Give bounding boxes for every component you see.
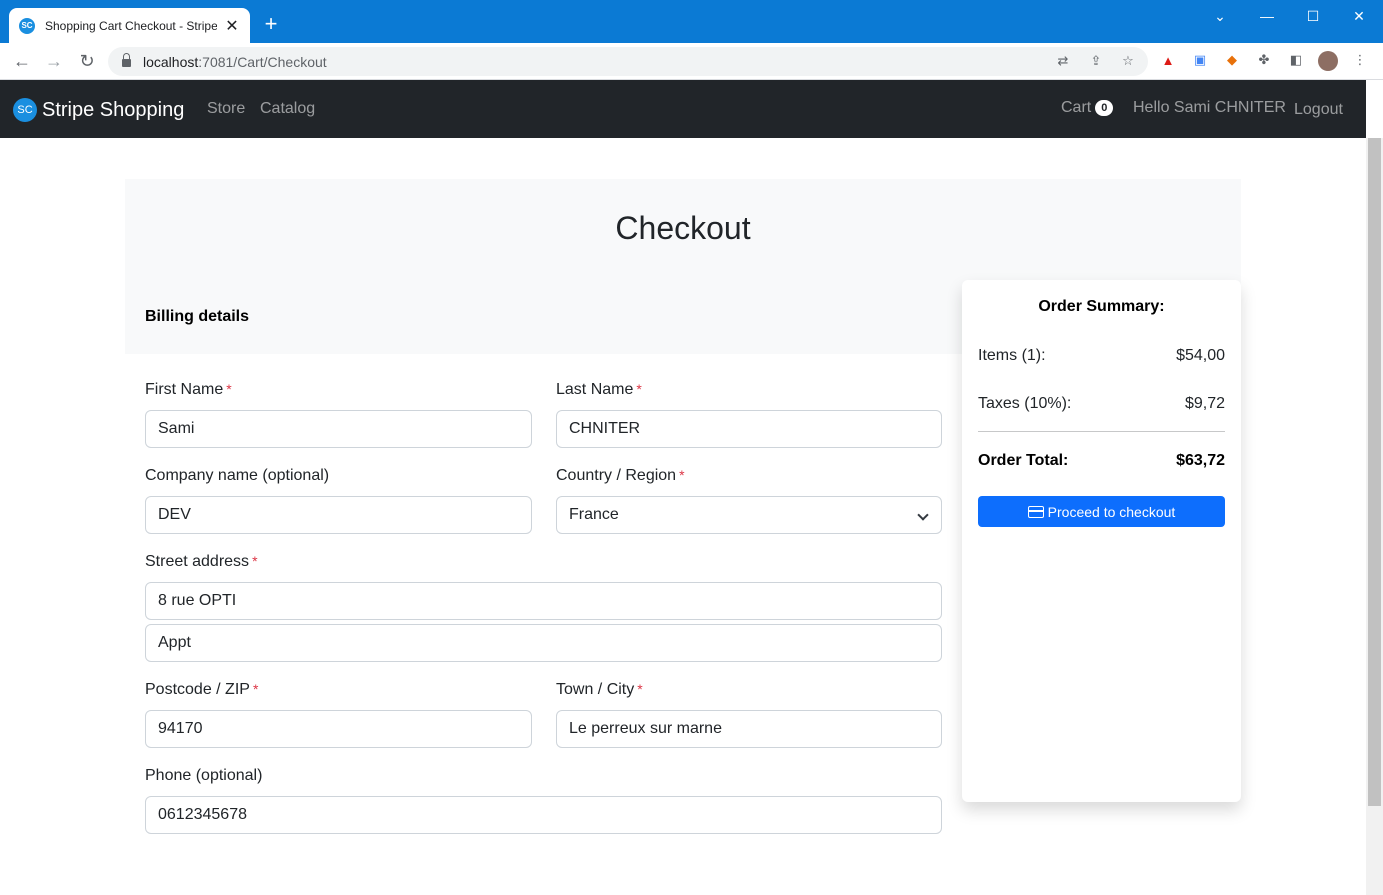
taxes-row: Taxes (10%): $9,72 <box>978 395 1225 413</box>
chevron-down-icon <box>917 509 929 521</box>
nav-link-store[interactable]: Store <box>207 100 245 118</box>
side-panel-icon[interactable]: ◧ <box>1288 52 1304 68</box>
total-value: $63,72 <box>1176 452 1225 469</box>
cart-count-badge: 0 <box>1095 100 1114 116</box>
address-bar[interactable]: localhost:7081/Cart/Checkout <box>108 47 1148 76</box>
last-name-label: Last Name * <box>556 381 642 398</box>
street-address-input[interactable]: 8 rue OPTI <box>145 582 942 620</box>
taxes-value: $9,72 <box>1184 395 1225 412</box>
reload-icon[interactable]: ↻ <box>75 49 99 73</box>
scrollbar-thumb[interactable] <box>1368 138 1381 806</box>
phone-input[interactable]: 0612345678 <box>145 796 942 834</box>
profile-avatar[interactable] <box>1318 51 1338 71</box>
credit-card-icon <box>1027 505 1044 518</box>
stripe-shopping-favicon-icon: SC <box>19 17 35 34</box>
taxes-label: Taxes (10%): <box>978 395 1072 412</box>
new-tab-icon[interactable]: + <box>260 13 282 35</box>
country-select-value: France <box>569 506 619 523</box>
items-row: Items (1): $54,00 <box>978 347 1225 365</box>
share-icon[interactable]: ⇪ <box>1088 53 1104 69</box>
angular-extension-icon[interactable]: ▲ <box>1160 52 1176 68</box>
city-input[interactable]: Le perreux sur marne <box>556 710 942 748</box>
extension-icon[interactable]: ◆ <box>1224 52 1240 68</box>
tab-search-chevron-icon[interactable]: ⌄ <box>1197 0 1243 32</box>
summary-divider <box>978 431 1225 432</box>
back-arrow-icon[interactable]: ← <box>10 49 34 73</box>
brand-name: Stripe Shopping <box>42 98 185 121</box>
company-label: Company name (optional) <box>145 467 330 484</box>
postcode-label: Postcode / ZIP * <box>145 681 259 698</box>
last-name-input[interactable]: CHNITER <box>556 410 942 448</box>
brand-link[interactable]: SC Stripe Shopping <box>13 98 184 122</box>
first-name-label: First Name * <box>145 381 232 398</box>
user-greeting-link[interactable]: Hello Sami CHNITER <box>1133 99 1286 117</box>
maximize-window-icon[interactable]: ☐ <box>1290 0 1336 32</box>
proceed-to-checkout-label: Proceed to checkout <box>1047 503 1176 520</box>
first-name-input[interactable]: Sami <box>145 410 532 448</box>
close-window-icon[interactable]: ✕ <box>1336 0 1382 32</box>
items-label: Items (1): <box>978 347 1046 364</box>
bookmark-star-icon[interactable]: ☆ <box>1120 53 1136 69</box>
puzzle-extensions-icon[interactable]: ✤ <box>1256 52 1272 68</box>
url-text: localhost:7081/Cart/Checkout <box>143 53 327 70</box>
more-menu-icon[interactable]: ⋮ <box>1352 52 1368 68</box>
city-label: Town / City * <box>556 681 643 698</box>
translate-icon[interactable]: ⇄ <box>1055 53 1071 69</box>
company-input[interactable]: DEV <box>145 496 532 534</box>
lock-icon[interactable] <box>122 53 131 67</box>
order-summary-title: Order Summary: <box>1038 298 1165 315</box>
page-title: Checkout <box>615 210 751 246</box>
items-value: $54,00 <box>1176 347 1225 364</box>
cart-label: Cart <box>1061 99 1092 116</box>
total-label: Order Total: <box>978 452 1069 469</box>
country-select[interactable]: France <box>556 496 942 534</box>
minimize-window-icon[interactable]: — <box>1244 0 1290 32</box>
close-tab-icon[interactable]: ✕ <box>224 16 240 36</box>
extension-icon[interactable]: ▣ <box>1192 52 1208 68</box>
country-label: Country / Region * <box>556 467 685 484</box>
total-row: Order Total: $63,72 <box>978 452 1225 470</box>
cart-link[interactable]: Cart 0 <box>1061 99 1114 117</box>
browser-tab[interactable]: SC Shopping Cart Checkout - Stripe ✕ <box>9 8 250 43</box>
proceed-to-checkout-button[interactable]: Proceed to checkout <box>978 496 1225 527</box>
tab-title: Shopping Cart Checkout - Stripe <box>45 18 217 33</box>
nav-link-catalog[interactable]: Catalog <box>260 100 315 118</box>
billing-details-heading: Billing details <box>145 308 250 325</box>
postcode-input[interactable]: 94170 <box>145 710 532 748</box>
street-address-line2-input[interactable]: Appt <box>145 624 942 662</box>
brand-logo-icon: SC <box>13 98 37 122</box>
street-address-label: Street address * <box>145 553 258 570</box>
forward-arrow-icon[interactable]: → <box>42 49 66 73</box>
logout-link[interactable]: Logout <box>1294 101 1343 119</box>
phone-label: Phone (optional) <box>145 767 263 784</box>
